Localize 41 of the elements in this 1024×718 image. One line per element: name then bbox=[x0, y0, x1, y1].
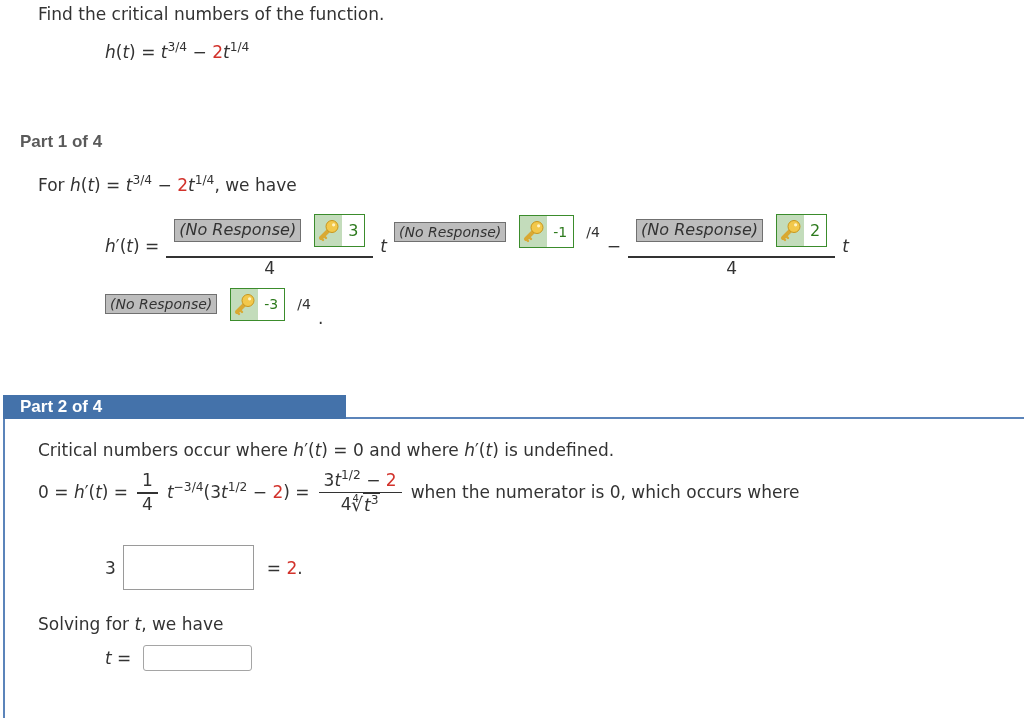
key-icon bbox=[315, 215, 343, 246]
question-text: 0 = h′(t) = bbox=[38, 481, 129, 502]
answer-field[interactable] bbox=[143, 645, 253, 671]
question-text: t = bbox=[105, 648, 132, 668]
question-text: Solving for t, we have bbox=[38, 614, 224, 634]
numerator-text: 3t$^{1/2}$ − 2 bbox=[323, 469, 397, 490]
question-text: For h(t) = t$^{3/4}$ − 2t$^{1/4}$, we have bbox=[38, 175, 297, 195]
question-text: t bbox=[380, 235, 387, 256]
response-field: (No Response) bbox=[174, 219, 302, 242]
answer-value: -3 bbox=[263, 295, 280, 314]
question-text: . bbox=[317, 308, 324, 328]
denominator-text: 4 bbox=[264, 257, 276, 278]
exponent-text: /4 bbox=[586, 222, 600, 242]
question-text: h(t) = t$^{3/4}$ − 2t$^{1/4}$ bbox=[105, 42, 250, 62]
key-icon bbox=[520, 216, 548, 248]
question-text: Critical numbers occur where h′(t) = 0 and where h′(t) is undefined. bbox=[38, 439, 615, 460]
question-text: = 2. bbox=[266, 557, 303, 578]
denominator-text: 4 bbox=[726, 257, 738, 278]
question-text: t bbox=[842, 235, 849, 256]
part-header: Part 2 of 4 bbox=[3, 394, 346, 419]
radical-expression: 4√t$^{3}$ bbox=[352, 493, 380, 514]
answer-value: 3 bbox=[347, 219, 360, 242]
question-text: t$^{−3/4}$(3t$^{1/2}$ − 2) = bbox=[166, 481, 310, 502]
answer-field[interactable] bbox=[122, 545, 254, 590]
numerator-text: 1 bbox=[142, 470, 153, 490]
part-header: Part 1 of 4 bbox=[19, 131, 104, 153]
response-field: (No Response) bbox=[636, 219, 763, 242]
exponent-text: /4 bbox=[297, 295, 311, 314]
denominator-text: 4 bbox=[340, 493, 352, 514]
answer-value: -1 bbox=[552, 222, 569, 242]
question-text: − bbox=[606, 235, 622, 256]
question-text: when the numerator is 0, which occurs where bbox=[410, 481, 800, 502]
key-icon bbox=[777, 215, 804, 246]
question-text: Find the critical numbers of the function. bbox=[38, 4, 385, 24]
key-icon bbox=[231, 288, 259, 320]
response-field: (No Response) bbox=[105, 293, 218, 315]
question-text: h′(t) = bbox=[105, 235, 160, 256]
denominator-text: 4 bbox=[142, 493, 153, 514]
response-field: (No Response) bbox=[394, 221, 507, 242]
question-text: 3 bbox=[105, 557, 116, 578]
answer-value: 2 bbox=[809, 219, 822, 242]
